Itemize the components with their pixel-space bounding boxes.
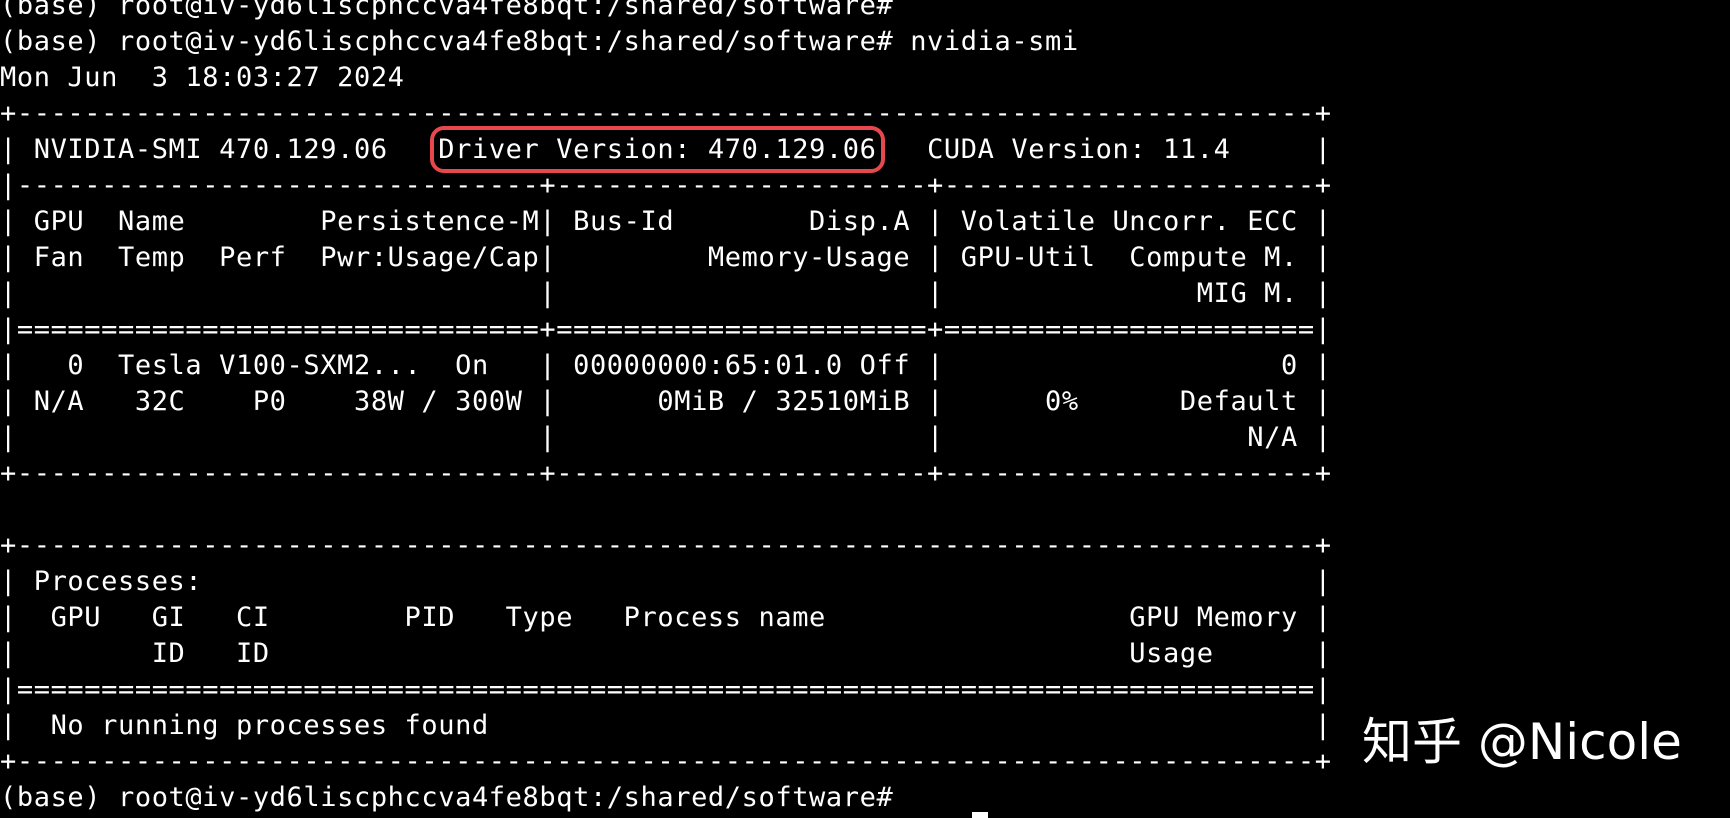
driver-version-highlight: Driver Version: 470.129.06	[430, 126, 885, 173]
processes-column-header: | GPU GI CI PID Type Process name GPU Me…	[0, 602, 1332, 633]
nvidia-smi-version: | NVIDIA-SMI 470.129.06	[0, 134, 439, 165]
column-header-row: | Fan Temp Perf Pwr:Usage/Cap| Memory-Us…	[0, 242, 1332, 273]
processes-separator: |=======================================…	[0, 674, 1332, 705]
gpu-row: | | | N/A |	[0, 422, 1332, 453]
zhihu-watermark: 知乎 @Nicole	[1362, 713, 1682, 771]
terminal-output[interactable]: (base) root@iv-yd6liscphccva4fe8bqt:/sha…	[0, 0, 1332, 816]
timestamp-line: Mon Jun 3 18:03:27 2024	[0, 62, 405, 93]
version-header-line: | NVIDIA-SMI 470.129.06 Driver Version: …	[0, 126, 1332, 173]
processes-border-top: +---------------------------------------…	[0, 530, 1332, 561]
final-prompt[interactable]: (base) root@iv-yd6liscphccva4fe8bqt:/sha…	[0, 780, 1332, 816]
command-line: (base) root@iv-yd6liscphccva4fe8bqt:/sha…	[0, 26, 1079, 57]
column-header-row: | | | MIG M. |	[0, 278, 1332, 309]
processes-column-header: | ID ID Usage |	[0, 638, 1332, 669]
column-header-row: | GPU Name Persistence-M| Bus-Id Disp.A …	[0, 206, 1332, 237]
cuda-version: CUDA Version: 11.4 |	[876, 134, 1332, 165]
gpu-row: | N/A 32C P0 38W / 300W | 0MiB / 32510Mi…	[0, 386, 1332, 417]
text-cursor	[972, 812, 988, 818]
no-processes-message: | No running processes found |	[0, 710, 1332, 741]
processes-title: | Processes: |	[0, 566, 1332, 597]
gpu-row: | 0 Tesla V100-SXM2... On | 00000000:65:…	[0, 350, 1332, 381]
header-separator: |-------------------------------+-------…	[0, 170, 1332, 201]
double-separator: |===============================+=======…	[0, 314, 1332, 345]
processes-border-bottom: +---------------------------------------…	[0, 746, 1332, 777]
table-border-bottom: +-------------------------------+-------…	[0, 458, 1332, 489]
table-border-top: +---------------------------------------…	[0, 98, 1332, 129]
prompt-line-partial: (base) root@iv-yd6liscphccva4fe8bqt:/sha…	[0, 0, 894, 21]
